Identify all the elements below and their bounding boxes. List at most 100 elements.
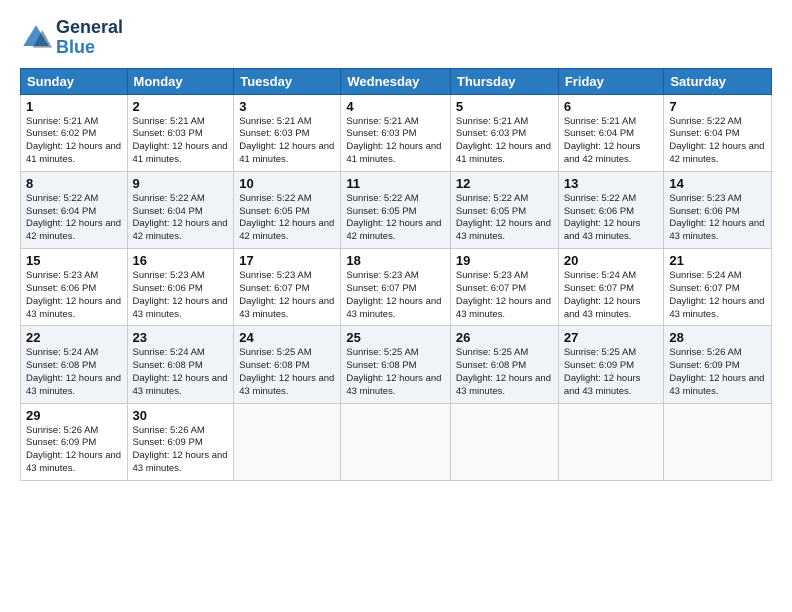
day-cell: 24 Sunrise: 5:25 AMSunset: 6:08 PMDaylig… xyxy=(234,326,341,403)
week-row-2: 8 Sunrise: 5:22 AMSunset: 6:04 PMDayligh… xyxy=(21,171,772,248)
day-number: 20 xyxy=(564,253,659,268)
weekday-header-tuesday: Tuesday xyxy=(234,68,341,94)
day-cell: 7 Sunrise: 5:22 AMSunset: 6:04 PMDayligh… xyxy=(664,94,772,171)
header: General Blue xyxy=(20,18,772,58)
day-number: 11 xyxy=(346,176,445,191)
day-detail: Sunrise: 5:23 AMSunset: 6:06 PMDaylight:… xyxy=(133,270,228,319)
week-row-1: 1 Sunrise: 5:21 AMSunset: 6:02 PMDayligh… xyxy=(21,94,772,171)
day-detail: Sunrise: 5:24 AMSunset: 6:08 PMDaylight:… xyxy=(133,347,228,396)
day-cell: 8 Sunrise: 5:22 AMSunset: 6:04 PMDayligh… xyxy=(21,171,128,248)
day-number: 4 xyxy=(346,99,445,114)
day-number: 26 xyxy=(456,330,553,345)
day-number: 8 xyxy=(26,176,122,191)
day-number: 27 xyxy=(564,330,659,345)
day-detail: Sunrise: 5:25 AMSunset: 6:08 PMDaylight:… xyxy=(346,347,441,396)
day-cell: 18 Sunrise: 5:23 AMSunset: 6:07 PMDaylig… xyxy=(341,249,451,326)
day-detail: Sunrise: 5:26 AMSunset: 6:09 PMDaylight:… xyxy=(133,425,228,474)
day-number: 10 xyxy=(239,176,335,191)
day-number: 29 xyxy=(26,408,122,423)
day-detail: Sunrise: 5:21 AMSunset: 6:03 PMDaylight:… xyxy=(456,116,551,165)
day-detail: Sunrise: 5:23 AMSunset: 6:06 PMDaylight:… xyxy=(26,270,121,319)
logo: General Blue xyxy=(20,18,123,58)
day-cell: 25 Sunrise: 5:25 AMSunset: 6:08 PMDaylig… xyxy=(341,326,451,403)
day-cell: 11 Sunrise: 5:22 AMSunset: 6:05 PMDaylig… xyxy=(341,171,451,248)
logo-icon xyxy=(20,22,52,54)
day-number: 1 xyxy=(26,99,122,114)
day-cell: 10 Sunrise: 5:22 AMSunset: 6:05 PMDaylig… xyxy=(234,171,341,248)
day-cell: 5 Sunrise: 5:21 AMSunset: 6:03 PMDayligh… xyxy=(450,94,558,171)
day-number: 24 xyxy=(239,330,335,345)
day-detail: Sunrise: 5:23 AMSunset: 6:07 PMDaylight:… xyxy=(456,270,551,319)
day-number: 9 xyxy=(133,176,229,191)
day-number: 16 xyxy=(133,253,229,268)
day-cell: 6 Sunrise: 5:21 AMSunset: 6:04 PMDayligh… xyxy=(558,94,664,171)
day-cell xyxy=(664,403,772,480)
day-detail: Sunrise: 5:22 AMSunset: 6:06 PMDaylight:… xyxy=(564,193,641,242)
weekday-header-wednesday: Wednesday xyxy=(341,68,451,94)
week-row-4: 22 Sunrise: 5:24 AMSunset: 6:08 PMDaylig… xyxy=(21,326,772,403)
day-number: 22 xyxy=(26,330,122,345)
day-cell: 23 Sunrise: 5:24 AMSunset: 6:08 PMDaylig… xyxy=(127,326,234,403)
day-detail: Sunrise: 5:22 AMSunset: 6:04 PMDaylight:… xyxy=(669,116,764,165)
day-cell: 14 Sunrise: 5:23 AMSunset: 6:06 PMDaylig… xyxy=(664,171,772,248)
day-detail: Sunrise: 5:22 AMSunset: 6:04 PMDaylight:… xyxy=(26,193,121,242)
day-cell: 17 Sunrise: 5:23 AMSunset: 6:07 PMDaylig… xyxy=(234,249,341,326)
day-number: 2 xyxy=(133,99,229,114)
day-cell: 15 Sunrise: 5:23 AMSunset: 6:06 PMDaylig… xyxy=(21,249,128,326)
weekday-header-thursday: Thursday xyxy=(450,68,558,94)
day-cell: 12 Sunrise: 5:22 AMSunset: 6:05 PMDaylig… xyxy=(450,171,558,248)
day-cell: 26 Sunrise: 5:25 AMSunset: 6:08 PMDaylig… xyxy=(450,326,558,403)
day-cell: 4 Sunrise: 5:21 AMSunset: 6:03 PMDayligh… xyxy=(341,94,451,171)
day-detail: Sunrise: 5:22 AMSunset: 6:05 PMDaylight:… xyxy=(346,193,441,242)
day-cell: 1 Sunrise: 5:21 AMSunset: 6:02 PMDayligh… xyxy=(21,94,128,171)
day-detail: Sunrise: 5:23 AMSunset: 6:07 PMDaylight:… xyxy=(239,270,334,319)
logo-name: General Blue xyxy=(56,18,123,58)
day-cell: 19 Sunrise: 5:23 AMSunset: 6:07 PMDaylig… xyxy=(450,249,558,326)
day-cell xyxy=(450,403,558,480)
weekday-header-friday: Friday xyxy=(558,68,664,94)
day-cell: 28 Sunrise: 5:26 AMSunset: 6:09 PMDaylig… xyxy=(664,326,772,403)
day-number: 21 xyxy=(669,253,766,268)
weekday-header-sunday: Sunday xyxy=(21,68,128,94)
day-number: 12 xyxy=(456,176,553,191)
day-cell: 16 Sunrise: 5:23 AMSunset: 6:06 PMDaylig… xyxy=(127,249,234,326)
day-detail: Sunrise: 5:22 AMSunset: 6:05 PMDaylight:… xyxy=(239,193,334,242)
day-detail: Sunrise: 5:25 AMSunset: 6:08 PMDaylight:… xyxy=(239,347,334,396)
day-number: 18 xyxy=(346,253,445,268)
weekday-header-monday: Monday xyxy=(127,68,234,94)
day-detail: Sunrise: 5:26 AMSunset: 6:09 PMDaylight:… xyxy=(26,425,121,474)
day-detail: Sunrise: 5:24 AMSunset: 6:07 PMDaylight:… xyxy=(564,270,641,319)
day-number: 3 xyxy=(239,99,335,114)
day-cell xyxy=(234,403,341,480)
day-detail: Sunrise: 5:21 AMSunset: 6:04 PMDaylight:… xyxy=(564,116,641,165)
day-detail: Sunrise: 5:21 AMSunset: 6:03 PMDaylight:… xyxy=(239,116,334,165)
day-cell: 21 Sunrise: 5:24 AMSunset: 6:07 PMDaylig… xyxy=(664,249,772,326)
day-cell: 27 Sunrise: 5:25 AMSunset: 6:09 PMDaylig… xyxy=(558,326,664,403)
day-detail: Sunrise: 5:24 AMSunset: 6:07 PMDaylight:… xyxy=(669,270,764,319)
day-number: 30 xyxy=(133,408,229,423)
day-detail: Sunrise: 5:21 AMSunset: 6:03 PMDaylight:… xyxy=(133,116,228,165)
day-detail: Sunrise: 5:23 AMSunset: 6:07 PMDaylight:… xyxy=(346,270,441,319)
day-cell: 13 Sunrise: 5:22 AMSunset: 6:06 PMDaylig… xyxy=(558,171,664,248)
day-detail: Sunrise: 5:22 AMSunset: 6:04 PMDaylight:… xyxy=(133,193,228,242)
day-number: 28 xyxy=(669,330,766,345)
day-number: 15 xyxy=(26,253,122,268)
day-cell xyxy=(558,403,664,480)
day-cell: 22 Sunrise: 5:24 AMSunset: 6:08 PMDaylig… xyxy=(21,326,128,403)
day-cell xyxy=(341,403,451,480)
day-detail: Sunrise: 5:25 AMSunset: 6:08 PMDaylight:… xyxy=(456,347,551,396)
week-row-5: 29 Sunrise: 5:26 AMSunset: 6:09 PMDaylig… xyxy=(21,403,772,480)
day-number: 17 xyxy=(239,253,335,268)
day-cell: 9 Sunrise: 5:22 AMSunset: 6:04 PMDayligh… xyxy=(127,171,234,248)
week-row-3: 15 Sunrise: 5:23 AMSunset: 6:06 PMDaylig… xyxy=(21,249,772,326)
day-detail: Sunrise: 5:23 AMSunset: 6:06 PMDaylight:… xyxy=(669,193,764,242)
day-number: 13 xyxy=(564,176,659,191)
day-cell: 29 Sunrise: 5:26 AMSunset: 6:09 PMDaylig… xyxy=(21,403,128,480)
day-cell: 2 Sunrise: 5:21 AMSunset: 6:03 PMDayligh… xyxy=(127,94,234,171)
weekday-header-saturday: Saturday xyxy=(664,68,772,94)
day-number: 6 xyxy=(564,99,659,114)
day-number: 7 xyxy=(669,99,766,114)
day-detail: Sunrise: 5:24 AMSunset: 6:08 PMDaylight:… xyxy=(26,347,121,396)
day-detail: Sunrise: 5:26 AMSunset: 6:09 PMDaylight:… xyxy=(669,347,764,396)
day-number: 14 xyxy=(669,176,766,191)
